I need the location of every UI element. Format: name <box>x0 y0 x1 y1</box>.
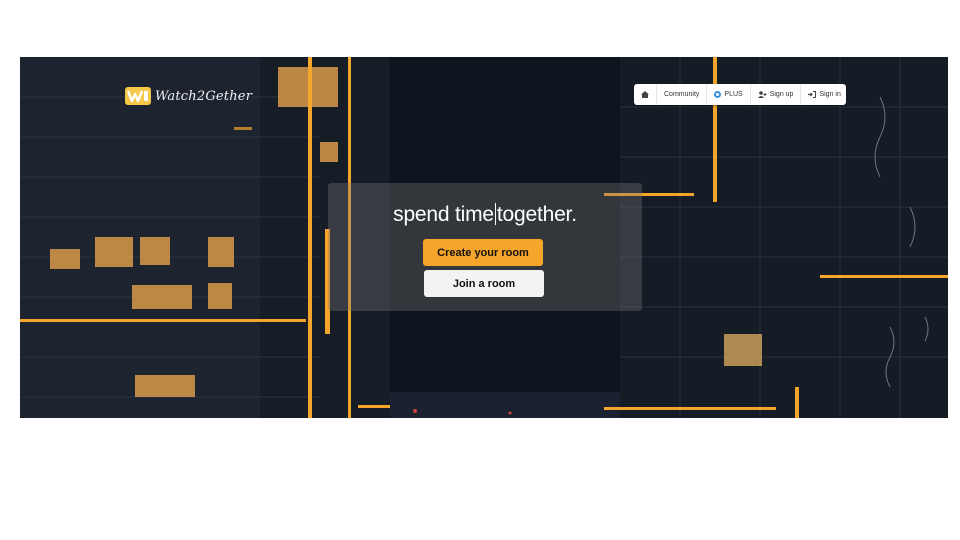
nav-home[interactable] <box>634 84 657 105</box>
user-plus-icon <box>757 91 767 98</box>
sign-in-icon <box>808 91 817 98</box>
nav-plus-label: PLUS <box>724 91 743 98</box>
top-nav: Community PLUS Sign up Sign in <box>634 84 846 105</box>
plus-badge-icon <box>714 91 722 98</box>
tagline-end: together. <box>496 203 577 226</box>
nav-signup-label: Sign up <box>769 91 794 98</box>
nav-community-label: Community <box>664 91 700 98</box>
nav-community[interactable]: Community <box>657 84 708 105</box>
brand-name: Watch2Gether <box>155 88 253 104</box>
text-cursor <box>494 203 496 225</box>
home-icon <box>641 91 649 98</box>
tagline-start: spend time <box>393 203 494 226</box>
create-room-button[interactable]: Create your room <box>423 239 543 266</box>
w2g-logo-icon <box>125 87 151 105</box>
hero-section: Watch2Gether Community PLUS Sign up Sign… <box>20 57 948 418</box>
hero-tagline: spend time together. <box>328 203 642 227</box>
brand-logo[interactable]: Watch2Gether <box>125 86 252 106</box>
hero-panel: spend time together. Create your room Joi… <box>328 183 642 311</box>
nav-signin-label: Sign in <box>819 91 841 98</box>
join-room-button[interactable]: Join a room <box>424 270 544 297</box>
nav-signin[interactable]: Sign in <box>801 84 847 105</box>
nav-plus[interactable]: PLUS <box>707 84 751 105</box>
nav-signup[interactable]: Sign up <box>751 84 802 105</box>
